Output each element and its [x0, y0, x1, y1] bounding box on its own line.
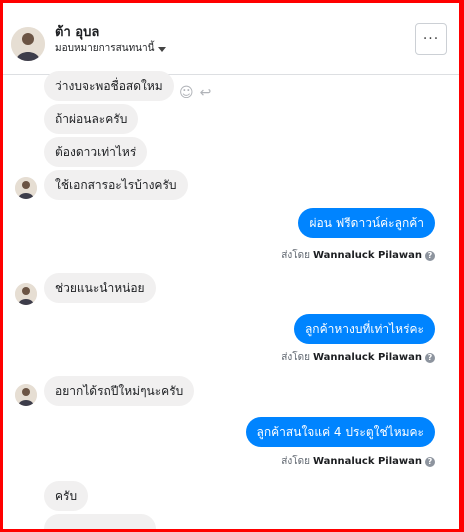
sent-by-prefix: ส่งโดย	[281, 352, 310, 363]
conversation-window: ต้า อุบล มอบหมายการสนทนานี้ ··· ว่างบจะพ…	[3, 3, 459, 529]
assign-label: มอบหมายการสนทนานี้	[55, 43, 155, 54]
message-bubble-outgoing[interactable]: ลูกค้าสนใจแค่ 4 ประตูใช่ไหมคะ	[245, 417, 435, 447]
message-bubble[interactable]: ว่างบจะพอชื่อสดใหม	[44, 71, 174, 101]
message-bubble-partial[interactable]	[44, 514, 156, 529]
message-bubble[interactable]: ครับ	[44, 481, 89, 511]
avatar	[15, 384, 37, 406]
sent-by-label: ส่งโดย Wannaluck Pilawan ?	[281, 454, 435, 469]
help-icon[interactable]: ?	[425, 352, 435, 363]
sent-by-label: ส่งโดย Wannaluck Pilawan ?	[281, 248, 435, 263]
avatar	[15, 283, 37, 305]
sent-by-agent: Wannaluck Pilawan	[312, 352, 422, 363]
smiley-icon[interactable]: ☺	[179, 85, 194, 101]
message-bubble-outgoing[interactable]: ลูกค้าหางบที่เท่าไหร่คะ	[293, 314, 435, 344]
sent-by-agent: Wannaluck Pilawan	[312, 456, 422, 467]
chevron-down-icon	[158, 47, 167, 52]
avatar	[15, 177, 37, 199]
assign-conversation-dropdown[interactable]: มอบหมายการสนทนานี้	[55, 41, 167, 56]
avatar[interactable]	[11, 27, 45, 61]
conversation-header: ต้า อุบล มอบหมายการสนทนานี้ ···	[3, 3, 459, 75]
help-icon[interactable]: ?	[425, 250, 435, 261]
reply-icon[interactable]: ↩	[200, 85, 212, 101]
message-bubble-outgoing[interactable]: ผ่อน ฟรีดาวน์ค่ะลูกค้า	[298, 208, 435, 238]
message-bubble[interactable]: อยากได้รถปีใหม่ๆนะครับ	[44, 376, 195, 406]
message-bubble[interactable]: ใช้เอกสารอะไรบ้างครับ	[44, 170, 188, 200]
message-bubble[interactable]: ถ้าผ่อนละครับ	[44, 104, 139, 134]
message-actions: ☺ ↩	[179, 85, 211, 101]
help-icon[interactable]: ?	[425, 456, 435, 467]
message-bubble[interactable]: ต้องดาวเท่าไหร่	[44, 137, 148, 167]
contact-name[interactable]: ต้า อุบล	[55, 21, 99, 42]
sent-by-prefix: ส่งโดย	[281, 250, 310, 261]
sent-by-prefix: ส่งโดย	[281, 456, 310, 467]
message-bubble[interactable]: ช่วยแนะนำหน่อย	[44, 273, 156, 303]
more-options-button[interactable]: ···	[415, 23, 447, 55]
sent-by-label: ส่งโดย Wannaluck Pilawan ?	[281, 350, 435, 365]
sent-by-agent: Wannaluck Pilawan	[312, 250, 422, 261]
